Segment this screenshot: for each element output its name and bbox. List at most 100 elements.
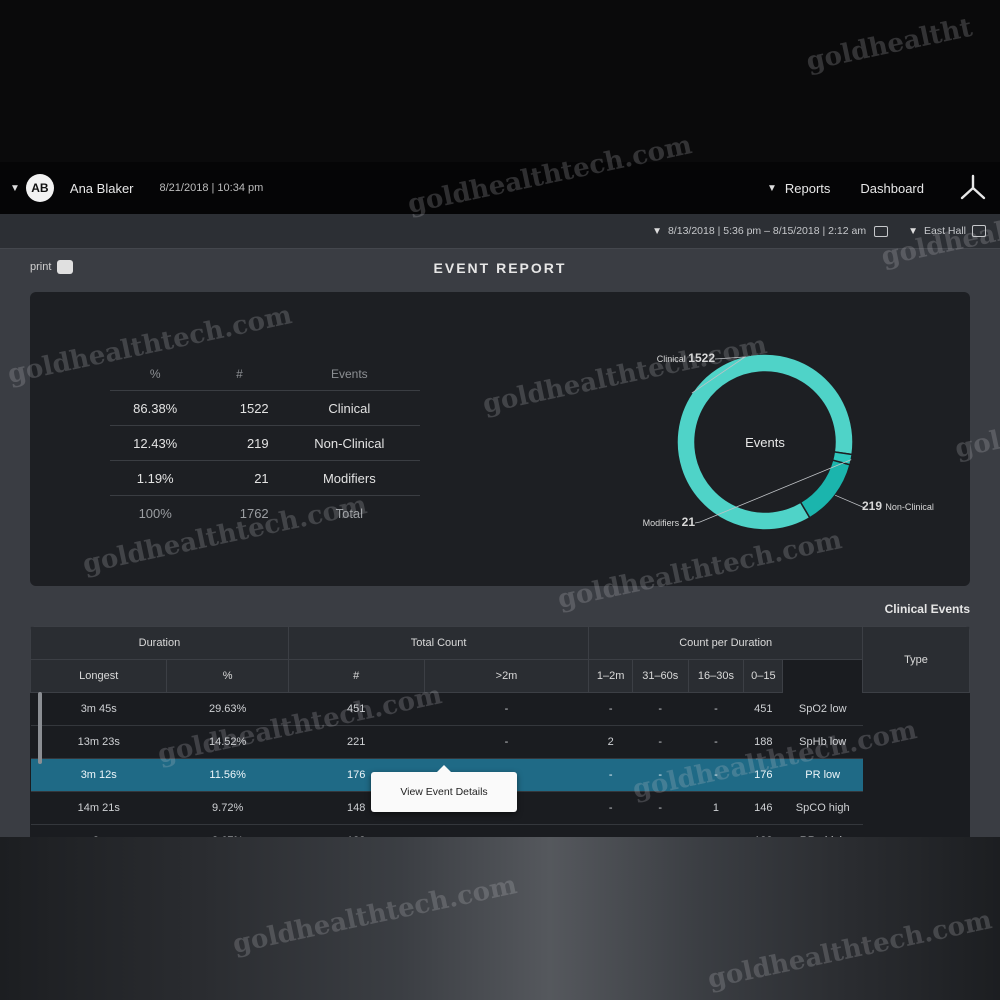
top-letterbox [0, 0, 1000, 162]
cell-c1: 1 [688, 791, 744, 825]
group-header-row: Duration Total Count Count per Duration … [30, 626, 970, 693]
cell-longest: 3m 12s [30, 758, 167, 792]
row-pct: 100% [138, 505, 172, 521]
cell-c0: 176 [743, 758, 783, 792]
row-label: Clinical [278, 390, 420, 426]
cell-c3: - [588, 758, 633, 792]
cell-c2: - [632, 758, 689, 792]
cell-c3: - [588, 824, 633, 837]
chevron-down-icon: ▼ [766, 182, 777, 194]
section-title: Clinical Events [884, 602, 970, 616]
header-type[interactable]: Type [862, 626, 970, 693]
calendar-icon [874, 225, 889, 237]
user-menu[interactable]: ▼ AB Ana Blaker 8/21/2018 | 10:34 pm [10, 162, 263, 214]
main-nav: ▼ Reports Dashboard [737, 162, 988, 214]
callout-value: 219 [862, 499, 885, 513]
row-label: Non-Clinical [278, 425, 420, 461]
callout-name: Clinical [657, 354, 689, 364]
table-row[interactable]: 13m 23s 14.52% 221-2- -188 SpHb low [30, 725, 970, 759]
cell-c2: - [632, 791, 689, 825]
cell-c1: - [688, 824, 744, 837]
reports-menu[interactable]: ▼ Reports [767, 181, 830, 196]
dashboard-link[interactable]: Dashboard [860, 181, 924, 196]
header-duration[interactable]: Duration [30, 626, 289, 660]
callout-name: Modifiers [643, 518, 682, 528]
cell-c3: - [588, 692, 633, 726]
events-summary-table: % # Events 86.38% 1522 Clinical 12.43% 2… [110, 358, 420, 530]
header-31-60s[interactable]: 31–60s [631, 659, 689, 693]
cell-c4: - [424, 725, 589, 759]
callout-label: 219 Non-Clinical [862, 499, 934, 513]
cell-c1: - [688, 692, 744, 726]
cell-c3: - [588, 791, 633, 825]
table-row[interactable]: 3m 45s 29.63% 451- - - -451 SpO2 low [30, 692, 970, 726]
callout-value: 1522 [688, 351, 715, 365]
bottom-letterbox [0, 837, 1000, 1000]
current-datetime: 8/21/2018 | 10:34 pm [159, 182, 264, 194]
header-total-count[interactable]: Total Count [287, 626, 590, 660]
header-pct[interactable]: % [166, 659, 289, 693]
cell-c4: - [424, 692, 589, 726]
donut-slice-non-clinical[interactable] [799, 459, 851, 519]
cell-c4: - [424, 824, 589, 837]
header-longest[interactable]: Longest [30, 659, 168, 693]
header-count[interactable]: # [287, 659, 425, 693]
scrollbar-thumb[interactable] [38, 692, 42, 764]
cell-c1: - [688, 725, 744, 759]
callout-label: Modifiers 21 [643, 515, 696, 529]
avatar[interactable]: AB [25, 174, 54, 202]
cell-c0: 188 [743, 725, 783, 759]
cell-longest: 3m 45s [30, 692, 167, 726]
cell-longest: 14m 21s [30, 791, 167, 825]
events-donut-chart: Events Clinical 1522 219 Non-Clinical Modif… [643, 351, 934, 531]
view-event-details-tooltip[interactable]: View Event Details [371, 765, 517, 812]
events-summary-card: % # Events 86.38% 1522 Clinical 12.43% 2… [30, 292, 970, 586]
location-text: East Hall [923, 225, 966, 237]
cell-pct: 8.67% [166, 824, 289, 837]
table-row-total: 100% 1762 Total [110, 496, 420, 531]
callout-name: Non-Clinical [885, 502, 934, 512]
cell-longest: 13m 23s [30, 725, 167, 759]
cell-pct: 9.72% [166, 791, 289, 825]
cell-n: 451 [288, 692, 425, 726]
chevron-down-icon[interactable]: ▼ [10, 183, 20, 194]
row-label: Modifiers [278, 460, 420, 496]
chevron-down-icon: ▼ [908, 225, 918, 237]
header-0-15[interactable]: 0–15 [743, 659, 784, 693]
cell-c2: - [632, 725, 689, 759]
header-over-2m[interactable]: >2m [423, 659, 590, 693]
cell-c0: 146 [743, 791, 783, 825]
cell-c2: - [632, 692, 689, 726]
cell-n: 221 [288, 725, 425, 759]
date-range-text: 8/13/2018 | 5:36 pm – 8/15/2018 | 2:12 a… [667, 225, 867, 237]
table-row: 1.19% 21 Modifiers [110, 460, 420, 496]
cell-type: PR low [782, 758, 863, 792]
user-name: Ana Blaker [69, 180, 134, 196]
table-header-row: % # Events [110, 358, 420, 391]
row-count: 1522 [200, 390, 279, 426]
header-count-per-duration[interactable]: Count per Duration [588, 626, 863, 660]
callout-value: 21 [682, 515, 696, 529]
cell-type: RRa high [782, 824, 863, 837]
cell-c1: - [688, 758, 744, 792]
cell-c3: 2 [588, 725, 633, 759]
building-icon [972, 225, 986, 237]
header-pct: % [110, 358, 201, 391]
cell-type: SpCO high [782, 791, 863, 825]
callout-label: Clinical 1522 [657, 351, 716, 365]
location-selector[interactable]: ▼ East Hall [908, 225, 986, 237]
header-16-30s[interactable]: 16–30s [687, 659, 745, 693]
table-row[interactable]: 3s8.67%132----132RRa high [30, 824, 970, 837]
cell-type: SpO2 low [782, 692, 863, 726]
cell-longest: 3s [30, 824, 167, 837]
table-row: 12.43% 219 Non-Clinical [110, 425, 420, 461]
header-1-2m[interactable]: 1–2m [588, 659, 633, 693]
row-pct: 12.43% [110, 425, 201, 461]
cell-c0: 451 [743, 692, 783, 726]
row-count: 219 [200, 425, 279, 461]
date-range-selector[interactable]: ▼ 8/13/2018 | 5:36 pm – 8/15/2018 | 2:12… [652, 225, 894, 237]
brand-logo-icon[interactable] [958, 173, 988, 203]
filter-bar: ▼ 8/13/2018 | 5:36 pm – 8/15/2018 | 2:12… [0, 214, 1000, 249]
header-events: Events [278, 358, 420, 391]
donut-center-label: Events [745, 435, 785, 450]
